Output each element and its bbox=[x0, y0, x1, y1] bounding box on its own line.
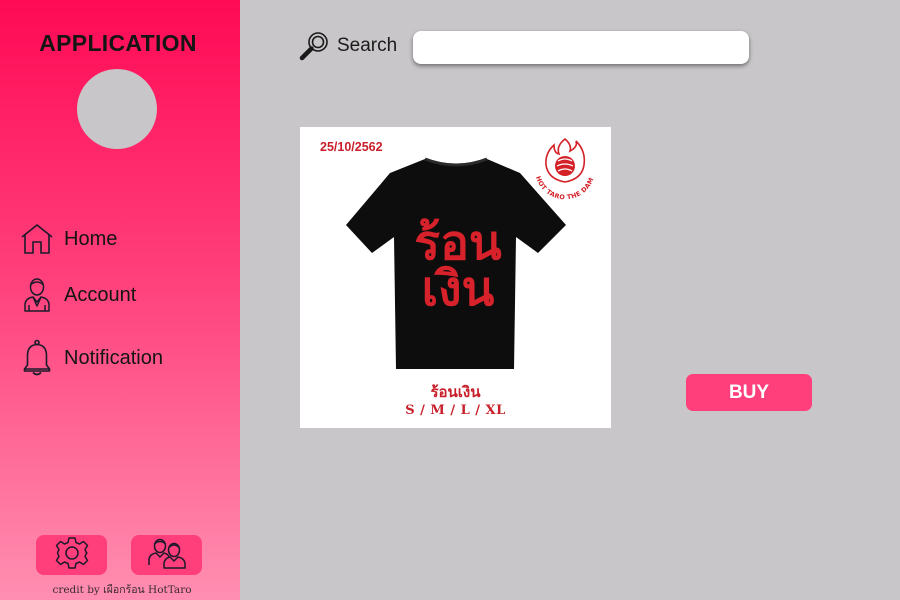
search-icon[interactable] bbox=[298, 30, 330, 62]
product-date: 25/10/2562 bbox=[320, 140, 383, 154]
buy-button[interactable]: BUY bbox=[686, 374, 812, 411]
users-icon bbox=[147, 537, 187, 574]
sidebar: APPLICATION Home Account Notification cr… bbox=[0, 0, 240, 600]
users-button[interactable] bbox=[131, 535, 202, 575]
home-icon bbox=[18, 219, 56, 259]
app-title: APPLICATION bbox=[39, 30, 197, 56]
settings-button[interactable] bbox=[36, 535, 107, 575]
sidebar-item-label: Notification bbox=[64, 346, 163, 369]
sidebar-item-label: Account bbox=[64, 283, 137, 306]
shirt-print-line2: เงิน bbox=[422, 261, 495, 317]
sidebar-item-home[interactable]: Home bbox=[18, 217, 228, 261]
gear-icon bbox=[55, 536, 89, 575]
search-label: Search bbox=[337, 35, 398, 56]
avatar[interactable] bbox=[77, 69, 157, 149]
sidebar-item-label: Home bbox=[64, 227, 118, 250]
bell-icon bbox=[18, 338, 56, 378]
search-input[interactable] bbox=[413, 31, 749, 64]
product-name: ร้อนเงิน bbox=[430, 384, 481, 401]
credit-text: credit by เผือกร้อน HotTaro bbox=[52, 584, 192, 596]
product-image-tshirt: ร้อน เงิน bbox=[344, 155, 568, 373]
product-card[interactable]: 25/10/2562 HOT TARO THE DAMN BRAND ร้อน … bbox=[300, 127, 611, 428]
sidebar-item-notification[interactable]: Notification bbox=[18, 336, 228, 380]
sidebar-item-account[interactable]: Account bbox=[18, 273, 228, 317]
account-icon bbox=[18, 275, 56, 315]
product-sizes: S / M / L / XL bbox=[405, 403, 506, 418]
